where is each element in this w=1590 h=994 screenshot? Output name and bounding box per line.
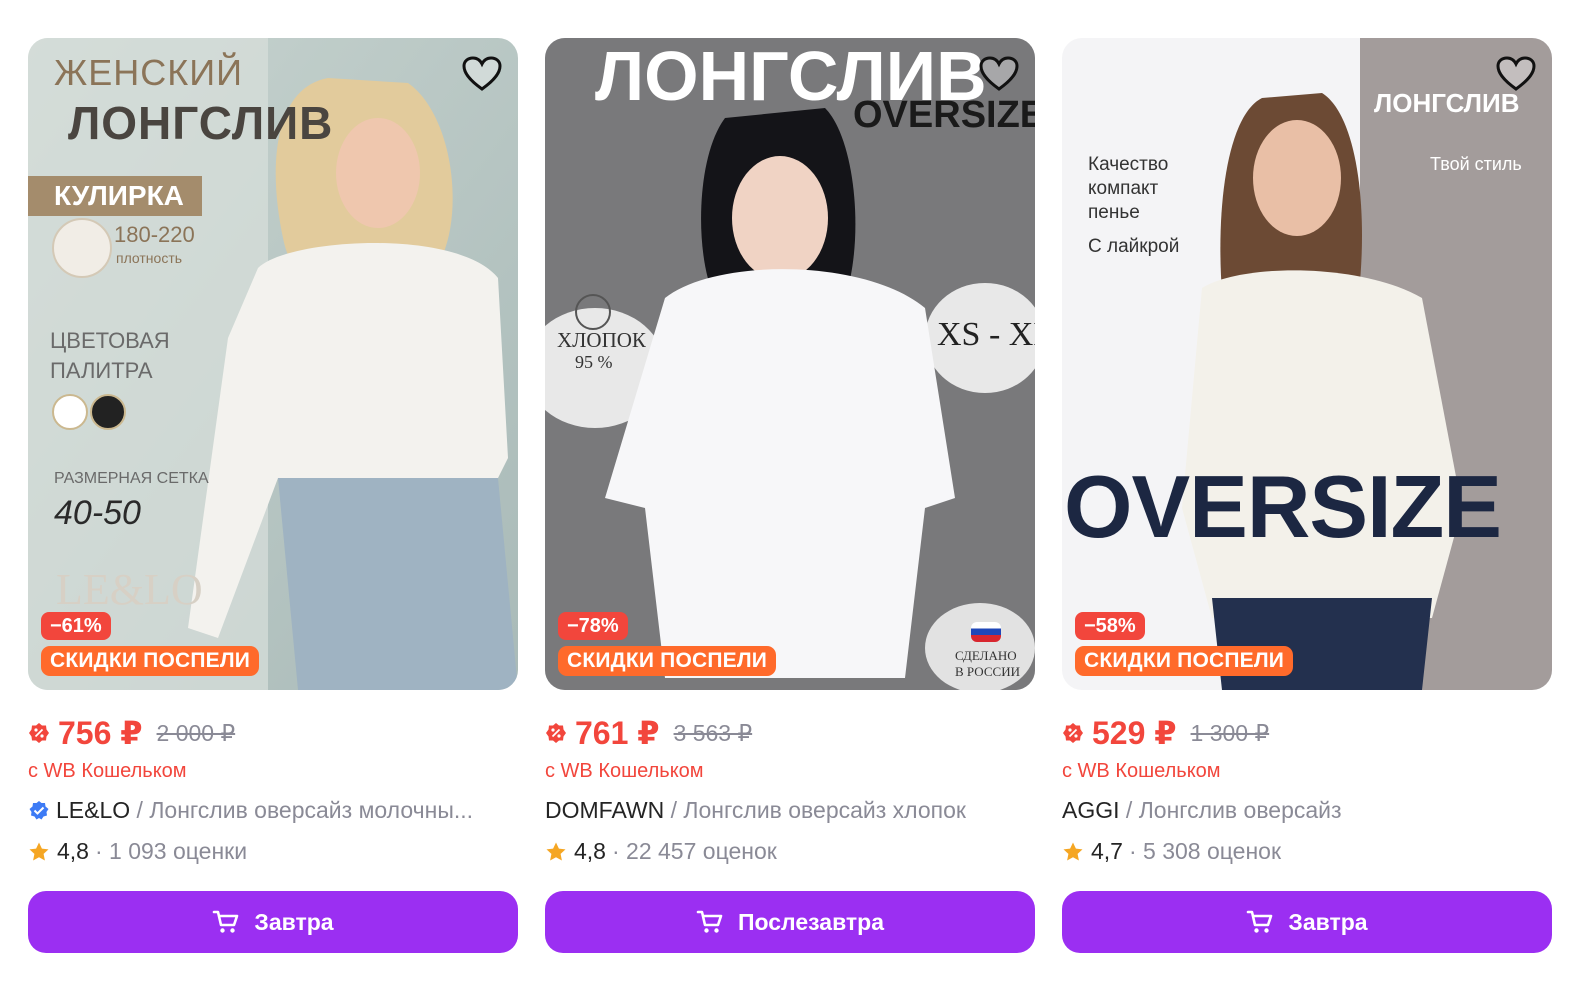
favorite-button[interactable]: [1494, 52, 1538, 96]
product-name: Лонгслив оверсайз хлопок: [683, 797, 966, 823]
promo-badge: СКИДКИ ПОСПЕЛИ: [41, 646, 260, 676]
product-title[interactable]: LE&LO / Лонгслив оверсайз молочны...: [28, 797, 518, 824]
delivery-label: Завтра: [254, 908, 334, 935]
image-brand-logo: LE&LO: [56, 565, 203, 614]
image-quality-1: Качество: [1088, 154, 1169, 175]
product-title[interactable]: AGGI / Лонгслив оверсайз: [1062, 797, 1552, 824]
price: 761 ₽: [575, 715, 660, 751]
cotton-icon: [575, 294, 611, 330]
discount-badge: −61%: [41, 612, 111, 640]
star-icon: [1063, 842, 1083, 860]
discount-badge: −78%: [558, 612, 628, 640]
discount-badge: −58%: [1075, 612, 1145, 640]
image-size-value: 40-50: [54, 494, 141, 532]
product-image[interactable]: ЛОНГСЛИВ Твой стиль Качество компакт пен…: [1062, 38, 1552, 690]
rating-row: 4,8 · 1 093 оценки: [28, 838, 518, 865]
add-to-cart-button[interactable]: Завтра: [28, 891, 518, 953]
favorite-button[interactable]: [977, 52, 1021, 96]
color-swatch-black: [90, 394, 126, 430]
reviews-count: · 5 308 оценок: [1128, 838, 1282, 864]
brand-name: DOMFAWN: [545, 797, 665, 823]
heart-icon: [1496, 56, 1536, 91]
delivery-label: Завтра: [1288, 908, 1368, 935]
star-icon: [546, 842, 566, 860]
density-icon: [52, 218, 112, 278]
price: 756 ₽: [58, 715, 143, 751]
rating-value: 4,7: [1091, 838, 1123, 864]
image-fabric-label: КУЛИРКА: [28, 176, 202, 216]
verified-brand-icon: [29, 800, 49, 819]
delivery-label: Послезавтра: [737, 908, 885, 935]
image-made-1: СДЕЛАНО: [955, 648, 1017, 663]
price-row: 756 ₽ 2 000 ₽: [28, 714, 518, 752]
old-price: 2 000 ₽: [156, 719, 236, 746]
image-lycra: С лайкрой: [1088, 236, 1180, 257]
wallet-note: с WB Кошельком: [28, 760, 187, 782]
product-image[interactable]: ЖЕНСКИЙ ЛОНГСЛИВ КУЛИРКА 180-220 плотнос…: [28, 38, 518, 690]
reviews-count: · 1 093 оценки: [94, 838, 248, 864]
image-size-label: РАЗМЕРНАЯ СЕТКА: [54, 470, 209, 487]
title-separator: /: [136, 797, 143, 823]
product-photo: [1062, 38, 1552, 690]
add-to-cart-button[interactable]: Послезавтра: [545, 891, 1035, 953]
old-price: 3 563 ₽: [673, 719, 753, 746]
price-row: 761 ₽ 3 563 ₽: [545, 714, 1035, 752]
product-name: Лонгслив оверсайз молочны...: [149, 797, 474, 823]
heart-icon: [979, 56, 1019, 91]
favorite-button[interactable]: [460, 52, 504, 96]
image-palette-1: ЦВЕТОВАЯ: [50, 328, 170, 353]
price: 529 ₽: [1092, 715, 1177, 751]
color-swatch-white: [52, 394, 88, 430]
product-title[interactable]: DOMFAWN / Лонгслив оверсайз хлопок: [545, 797, 1035, 824]
wallet-note: с WB Кошельком: [545, 760, 704, 782]
wallet-discount-icon: [1063, 723, 1083, 743]
wallet-discount-icon: [546, 723, 566, 743]
star-icon: [29, 842, 49, 860]
image-quality-2: компакт: [1088, 178, 1159, 199]
image-cotton-1: ХЛОПОК: [557, 328, 646, 352]
rating-row: 4,8 · 22 457 оценок: [545, 838, 1035, 865]
wallet-discount-icon: [29, 723, 49, 743]
brand-name: AGGI: [1062, 797, 1120, 823]
image-density-value: 180-220: [114, 222, 195, 247]
rating-row: 4,7 · 5 308 оценок: [1062, 838, 1552, 865]
rating-value: 4,8: [574, 838, 606, 864]
image-cotton-2: 95 %: [575, 352, 613, 372]
product-name: Лонгслив оверсайз: [1138, 797, 1342, 823]
promo-badge: СКИДКИ ПОСПЕЛИ: [1075, 646, 1294, 676]
cart-icon: [696, 910, 723, 933]
image-quality-3: пенье: [1088, 202, 1140, 223]
product-image[interactable]: ЛОНГСЛИВ OVERSIZE ХЛОПОК 95 % XS - XL СД…: [545, 38, 1035, 690]
image-style: Твой стиль: [1430, 154, 1522, 174]
heart-icon: [462, 56, 502, 91]
image-palette-2: ПАЛИТРА: [50, 358, 153, 383]
russia-flag-icon: [971, 622, 1001, 642]
reviews-count: · 22 457 оценок: [611, 838, 777, 864]
image-density-label: плотность: [116, 250, 183, 266]
wallet-note: с WB Кошельком: [1062, 760, 1221, 782]
product-card[interactable]: ЛОНГСЛИВ OVERSIZE ХЛОПОК 95 % XS - XL СД…: [545, 38, 1035, 953]
image-made-2: В РОССИИ: [955, 664, 1020, 679]
rating-value: 4,8: [57, 838, 89, 864]
image-headline-1: ЖЕНСКИЙ: [54, 52, 243, 93]
title-separator: /: [1125, 797, 1133, 823]
image-sizes: XS - XL: [937, 316, 1035, 353]
product-card[interactable]: ЛОНГСЛИВ Твой стиль Качество компакт пен…: [1062, 38, 1552, 953]
image-big-headline: OVERSIZE: [1064, 457, 1502, 556]
cart-icon: [1247, 910, 1273, 933]
image-headline-2: OVERSIZE: [853, 94, 1035, 136]
brand-name: LE&LO: [56, 797, 131, 823]
title-separator: /: [670, 797, 678, 823]
add-to-cart-button[interactable]: Завтра: [1062, 891, 1552, 953]
old-price: 1 300 ₽: [1190, 719, 1270, 746]
promo-badge: СКИДКИ ПОСПЕЛИ: [558, 646, 777, 676]
image-headline-2: ЛОНГСЛИВ: [68, 97, 334, 149]
price-row: 529 ₽ 1 300 ₽: [1062, 714, 1552, 752]
product-card[interactable]: ЖЕНСКИЙ ЛОНГСЛИВ КУЛИРКА 180-220 плотнос…: [28, 38, 518, 953]
cart-icon: [213, 910, 239, 933]
